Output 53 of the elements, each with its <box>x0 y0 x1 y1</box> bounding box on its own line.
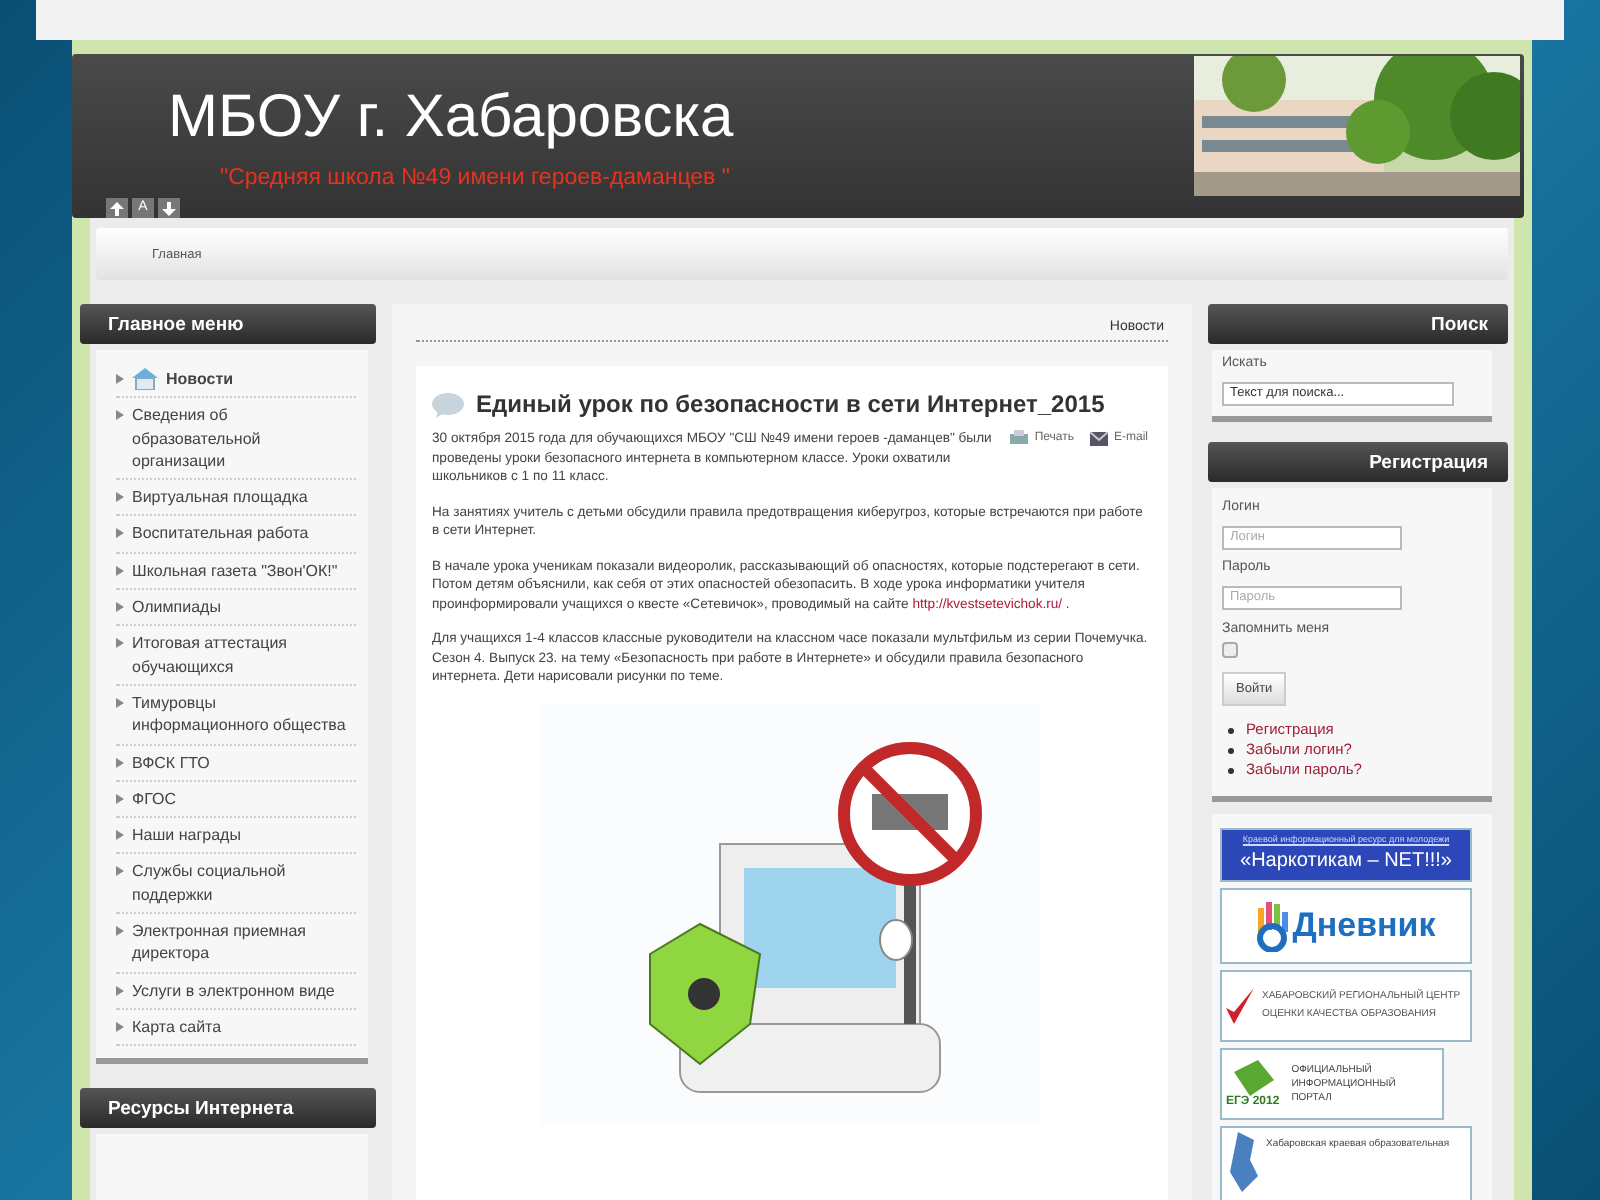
bullet-icon <box>116 602 124 613</box>
bullet-icon <box>116 410 124 421</box>
menu-item[interactable]: Тимуровцы информационного общества <box>116 685 356 746</box>
speech-bubble-icon <box>432 391 464 417</box>
banner-text: Дневник <box>1292 906 1436 946</box>
dnevnik-banner[interactable]: Дневник <box>1220 888 1472 964</box>
bullet-icon <box>116 374 124 384</box>
bullet-icon <box>1228 767 1234 773</box>
menu-item[interactable]: Олимпиады <box>116 590 356 627</box>
home-icon <box>132 368 158 390</box>
menu-item[interactable]: ФГОС <box>116 781 356 819</box>
bullet-icon <box>116 985 124 996</box>
article-title: Единый урок по безопасности в сети Интернет_2015 <box>476 390 1105 418</box>
hand-icon <box>1256 900 1289 952</box>
menu-item[interactable]: Службы социальной поддержки <box>116 854 356 915</box>
bullet-icon <box>116 492 124 503</box>
menu-item[interactable]: Виртуальная площадка <box>116 480 356 517</box>
menu-header: Главное меню <box>80 304 376 344</box>
menu-item[interactable]: Итоговая аттестация обучающихся <box>116 626 356 686</box>
resources-header: Ресурсы Интернета <box>80 1088 376 1129</box>
site-subtitle: "Средняя школа №49 имени героев-даманцев " <box>220 166 732 190</box>
arrow-up-icon[interactable] <box>106 198 128 218</box>
search-header: Поиск <box>1208 304 1508 344</box>
remember-checkbox[interactable] <box>1222 642 1238 658</box>
bullet-icon <box>116 565 124 576</box>
bullet-icon <box>1228 727 1234 733</box>
banner-text: «Наркотикам – NET!!!» <box>1238 850 1454 872</box>
bullet-icon <box>116 866 124 877</box>
site-title: МБОУ г. Хабаровска <box>168 82 736 154</box>
checkmark-icon <box>1226 988 1254 1024</box>
envelope-icon <box>1089 430 1108 446</box>
login-header: Регистрация <box>1208 442 1508 482</box>
menu-item[interactable]: ВФСК ГТО <box>116 745 356 782</box>
menu-item[interactable]: Воспитательная работа <box>116 516 356 554</box>
menu-item[interactable]: Карта сайта <box>116 1009 356 1047</box>
bullet-icon <box>1228 747 1234 753</box>
arrow-down-icon[interactable] <box>158 198 180 218</box>
map-icon <box>1226 1132 1258 1192</box>
bullet-icon <box>116 638 124 649</box>
menu-item[interactable]: Электронная приемная директора <box>116 914 356 974</box>
menu-item[interactable]: Услуги в электронном виде <box>116 973 356 1010</box>
bullet-icon <box>116 1021 124 1032</box>
menu-item[interactable]: Наши награды <box>116 818 356 855</box>
bullet-icon <box>116 830 124 841</box>
bullet-icon <box>116 757 124 768</box>
menu-item[interactable]: Школьная газета "Звон'ОК!" <box>116 553 356 591</box>
bullet-icon <box>116 697 124 708</box>
printer-icon <box>1010 430 1029 446</box>
menu-item[interactable]: Сведения об образовательной организации <box>116 398 356 481</box>
bullet-icon <box>116 528 124 539</box>
bullet-icon <box>116 793 124 804</box>
menu-item[interactable]: Новости <box>116 362 356 399</box>
bullet-icon <box>116 926 124 937</box>
